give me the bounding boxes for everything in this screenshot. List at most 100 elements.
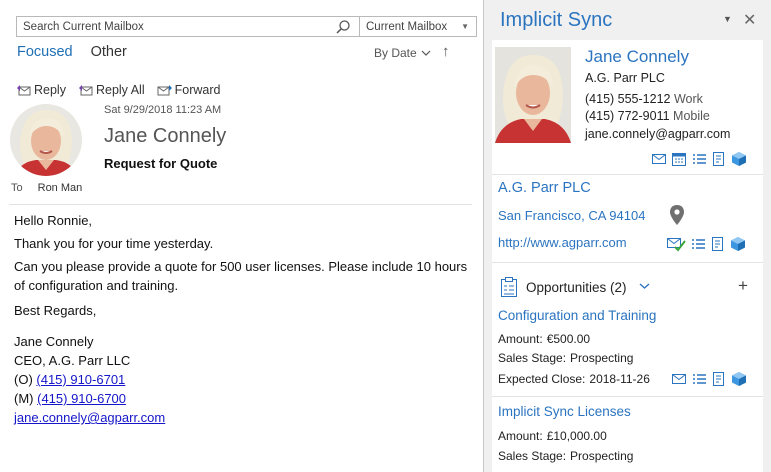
signature-mobile-phone: (M) (415) 910-6700 — [14, 389, 469, 408]
mobile-phone-value[interactable]: (415) 772-9011 — [585, 109, 670, 123]
opportunity-icon — [501, 277, 517, 297]
mail-date: Sat 9/29/2018 11:23 AM — [104, 104, 222, 116]
opportunity-stage: Sales Stage: Prospecting — [498, 449, 633, 463]
opportunity-close: Expected Close: 2018-11-26 — [498, 372, 650, 386]
signature: Jane Connely CEO, A.G. Parr LLC (O) (415… — [14, 332, 469, 427]
search-scope-dropdown[interactable]: Current Mailbox ▼ — [360, 16, 477, 37]
reply-button[interactable]: Reply — [16, 83, 66, 97]
email-link[interactable]: jane.connely@agparr.com — [14, 410, 165, 425]
list-icon[interactable] — [691, 372, 707, 386]
body-closing: Best Regards, — [14, 303, 97, 318]
account-address: San Francisco, CA 94104 — [498, 208, 646, 223]
email-sync-icon[interactable] — [666, 236, 686, 252]
contact-photo — [495, 47, 571, 143]
reply-all-button[interactable]: Reply All — [78, 83, 145, 97]
to-label: To — [11, 182, 23, 194]
map-pin-icon[interactable] — [670, 205, 684, 225]
forward-button[interactable]: Forward — [157, 83, 221, 97]
opportunity-title[interactable]: Implicit Sync Licenses — [498, 404, 631, 419]
recipient-name[interactable]: Ron Man — [38, 182, 83, 194]
opportunities-header[interactable]: Opportunities (2) — [498, 276, 650, 298]
reply-all-icon — [78, 85, 93, 96]
signature-title: CEO, A.G. Parr LLC — [14, 353, 131, 368]
note-icon[interactable] — [711, 151, 727, 167]
stage-value: Prospecting — [570, 351, 634, 365]
note-icon[interactable] — [711, 371, 727, 387]
sort-dropdown[interactable]: By Date — [374, 46, 431, 60]
body-line: Thank you for your time yesterday. — [14, 236, 214, 251]
section-divider — [492, 262, 763, 263]
account-website[interactable]: http://www.agparr.com — [498, 235, 627, 250]
stage-value: Prospecting — [570, 449, 634, 463]
office-prefix: (O) — [14, 372, 37, 387]
email-icon[interactable] — [651, 152, 667, 166]
chevron-down-icon — [421, 50, 431, 56]
section-divider — [492, 174, 763, 175]
note-icon[interactable] — [710, 236, 726, 252]
implicit-sync-panel: Implicit Sync ▼ ✕ Jane Connely A.G. Parr… — [484, 0, 771, 472]
close-icon[interactable]: ✕ — [743, 10, 756, 30]
sort-direction-icon[interactable]: ↑ — [442, 43, 450, 60]
opportunity-actions — [671, 371, 747, 387]
inbox-tabs: Focused Other — [17, 44, 127, 60]
search-icon[interactable] — [335, 19, 351, 38]
mail-sender-name[interactable]: Jane Connely — [104, 125, 226, 148]
list-icon[interactable] — [691, 152, 707, 166]
cube-icon[interactable] — [731, 371, 747, 387]
reply-all-label: Reply All — [95, 83, 145, 97]
add-opportunity-button[interactable]: + — [738, 276, 748, 296]
opportunity-stage: Sales Stage: Prospecting — [498, 351, 633, 365]
signature-email: jane.connely@agparr.com — [14, 408, 469, 427]
reply-icon — [17, 85, 31, 96]
chevron-down-icon: ▼ — [461, 22, 469, 31]
cube-icon[interactable] — [730, 236, 746, 252]
opportunities-title: Opportunities (2) — [526, 279, 627, 295]
amount-label: Amount: — [498, 332, 543, 346]
contact-actions — [651, 151, 747, 167]
search-scope-label: Current Mailbox — [366, 20, 448, 33]
cube-icon[interactable] — [731, 151, 747, 167]
opportunity-amount: Amount: €500.00 — [498, 332, 590, 346]
stage-label: Sales Stage: — [498, 449, 567, 463]
sort-label: By Date — [374, 46, 417, 60]
list-icon[interactable] — [690, 237, 706, 251]
signature-name: Jane Connely — [14, 334, 94, 349]
forward-label: Forward — [174, 83, 221, 97]
contact-name[interactable]: Jane Connely — [585, 47, 689, 67]
opportunity-title[interactable]: Configuration and Training — [498, 308, 656, 323]
amount-value: €500.00 — [546, 332, 591, 346]
account-name[interactable]: A.G. Parr PLC — [498, 180, 591, 196]
panel-menu-dropdown-icon[interactable]: ▼ — [723, 14, 732, 24]
panel-header: Implicit Sync ▼ ✕ — [484, 0, 771, 40]
tab-focused[interactable]: Focused — [17, 44, 73, 60]
amount-value: £10,000.00 — [546, 429, 607, 443]
mobile-prefix: (M) — [14, 391, 38, 406]
search-input[interactable]: Search Current Mailbox — [16, 16, 360, 37]
email-icon[interactable] — [671, 372, 687, 386]
mail-body: Hello Ronnie, Thank you for your time ye… — [14, 211, 469, 427]
work-phone-label: Work — [673, 92, 703, 106]
stage-label: Sales Stage: — [498, 351, 567, 365]
opportunity-amount: Amount: £10,000.00 — [498, 429, 607, 443]
contact-email: jane.connely@agparr.com — [585, 127, 730, 141]
contact-email-link[interactable]: jane.connely@agparr.com — [585, 127, 730, 141]
calendar-icon[interactable] — [671, 151, 687, 167]
panel-content: Jane Connely A.G. Parr PLC (415) 555-121… — [492, 40, 763, 472]
tab-other[interactable]: Other — [91, 44, 127, 60]
account-actions — [666, 236, 746, 252]
mail-reading-pane: Search Current Mailbox Current Mailbox ▼… — [0, 0, 483, 472]
close-value: 2018-11-26 — [589, 372, 650, 386]
reply-label: Reply — [34, 83, 66, 97]
search-placeholder: Search Current Mailbox — [23, 20, 144, 33]
body-greeting: Hello Ronnie, — [14, 213, 93, 228]
mail-recipients: To Ron Man — [11, 182, 82, 194]
contact-mobile-phone: (415) 772-9011 Mobile — [585, 109, 710, 123]
office-phone-link[interactable]: (415) 910-6701 — [36, 372, 125, 387]
chevron-down-icon[interactable] — [639, 281, 650, 293]
work-phone-value[interactable]: (415) 555-1212 — [585, 92, 670, 106]
message-actions: Reply Reply All Forward — [16, 83, 220, 97]
header-divider — [9, 204, 472, 205]
mobile-phone-link[interactable]: (415) 910-6700 — [37, 391, 126, 406]
amount-label: Amount: — [498, 429, 543, 443]
contact-company: A.G. Parr PLC — [585, 71, 665, 85]
